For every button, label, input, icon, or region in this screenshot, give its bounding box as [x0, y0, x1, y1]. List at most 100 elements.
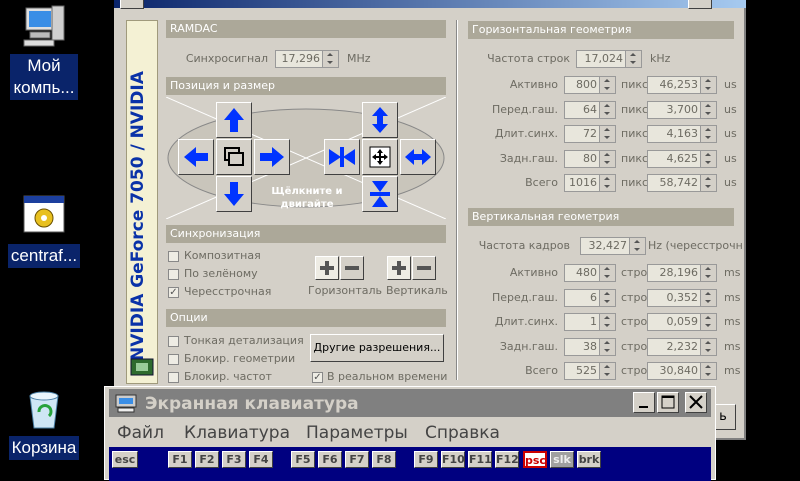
spinner-arrows-icon[interactable] — [700, 265, 716, 281]
move-right-button[interactable] — [254, 139, 290, 175]
hgeom-count-spinner[interactable]: 800 — [564, 76, 616, 94]
desktop-icon-my-computer[interactable]: Мой компь... — [4, 2, 84, 100]
move-left-button[interactable] — [178, 139, 214, 175]
spinner-arrows-icon[interactable] — [599, 363, 615, 379]
spinner-arrows-icon[interactable] — [599, 265, 615, 281]
key-brk[interactable]: brk — [577, 451, 601, 468]
key-f7[interactable]: F7 — [345, 451, 369, 468]
key-f10[interactable]: F10 — [441, 451, 465, 468]
spinner-arrows-icon[interactable] — [700, 77, 716, 93]
vgeom-count-spinner[interactable]: 525 — [564, 362, 616, 380]
spinner-arrows-icon[interactable] — [599, 101, 615, 118]
shrink-horizontal-button[interactable] — [324, 139, 360, 175]
key-f12[interactable]: F12 — [495, 451, 519, 468]
other-resolutions-button[interactable]: Другие разрешения... — [310, 334, 444, 362]
hgeom-time-spinner[interactable]: 4,163 — [647, 125, 717, 143]
spinner-arrows-icon[interactable] — [700, 150, 716, 167]
frame-rate-spinner[interactable]: 32,427 — [580, 237, 646, 255]
key-f3[interactable]: F3 — [222, 451, 246, 468]
spinner-arrows-icon[interactable] — [700, 175, 716, 191]
menu-help[interactable]: Справка — [425, 423, 500, 443]
hgeom-time-spinner[interactable]: 46,253 — [647, 76, 717, 94]
fine-detail-checkbox[interactable] — [168, 336, 179, 347]
spinner-arrows-icon[interactable] — [322, 51, 338, 67]
vgeom-time-spinner[interactable]: 0,059 — [647, 313, 717, 331]
lock-geometry-checkbox[interactable] — [168, 354, 179, 365]
vgeom-time-spinner[interactable]: 0,352 — [647, 288, 717, 307]
spinner-arrows-icon[interactable] — [700, 314, 716, 330]
spinner-arrows-icon[interactable] — [599, 314, 615, 330]
dialog-system-button[interactable] — [120, 0, 144, 9]
spinner-arrows-icon[interactable] — [625, 51, 641, 67]
maximize-button[interactable] — [657, 392, 679, 413]
spinner-arrows-icon[interactable] — [599, 126, 615, 142]
key-esc[interactable]: esc — [112, 451, 138, 468]
key-f4[interactable]: F4 — [249, 451, 273, 468]
key-f6[interactable]: F6 — [318, 451, 342, 468]
vgeom-count-spinner[interactable]: 480 — [564, 264, 616, 282]
shrink-vertical-button[interactable] — [362, 176, 398, 212]
frame-rate-label: Частота кадров — [478, 239, 570, 252]
key-f8[interactable]: F8 — [372, 451, 396, 468]
vgeom-count-spinner[interactable]: 1 — [564, 313, 616, 331]
menu-file[interactable]: Файл — [117, 423, 164, 443]
menu-keyboard[interactable]: Клавиатура — [184, 423, 290, 443]
stretch-horizontal-button[interactable] — [400, 139, 436, 175]
line-frequency-spinner[interactable]: 17,024 — [576, 50, 642, 68]
key-f1[interactable]: F1 — [168, 451, 192, 468]
key-f9[interactable]: F9 — [414, 451, 438, 468]
vsync-negative-button[interactable] — [412, 256, 436, 280]
position-pad[interactable]: Щёлкните и двигайте — [166, 97, 446, 219]
hgeom-count-spinner[interactable]: 1016 — [564, 174, 616, 192]
dialog-close-button[interactable] — [688, 0, 712, 9]
vgeom-time-spinner[interactable]: 28,196 — [647, 264, 717, 282]
spinner-arrows-icon[interactable] — [599, 289, 615, 306]
sync-signal-value: 17,296 — [281, 52, 321, 65]
realtime-checkbox[interactable]: ✓ — [312, 372, 323, 383]
spinner-arrows-icon[interactable] — [629, 238, 645, 254]
close-button[interactable] — [685, 392, 707, 413]
key-f11[interactable]: F11 — [468, 451, 492, 468]
spinner-arrows-icon[interactable] — [599, 77, 615, 93]
hgeom-count-spinner[interactable]: 80 — [564, 149, 616, 168]
minimize-button[interactable] — [633, 392, 655, 413]
desktop-icon-centraf[interactable]: centraf... — [4, 192, 84, 268]
spinner-arrows-icon[interactable] — [700, 101, 716, 118]
vgeom-time-spinner[interactable]: 30,840 — [647, 362, 717, 380]
hsync-negative-button[interactable] — [340, 256, 364, 280]
key-f5[interactable]: F5 — [291, 451, 315, 468]
vgeom-count-spinner[interactable]: 38 — [564, 337, 616, 356]
move-up-button[interactable] — [216, 102, 252, 138]
spinner-arrows-icon[interactable] — [599, 175, 615, 191]
spinner-arrows-icon[interactable] — [599, 338, 615, 355]
move-mode-button[interactable] — [362, 139, 398, 175]
hgeom-time-spinner[interactable]: 3,700 — [647, 100, 717, 119]
move-down-button[interactable] — [216, 176, 252, 212]
stretch-vertical-button[interactable] — [362, 102, 398, 138]
key-psc[interactable]: psc — [523, 451, 547, 468]
interlaced-checkbox[interactable]: ✓ — [168, 287, 179, 298]
spinner-arrows-icon[interactable] — [700, 363, 716, 379]
menu-settings[interactable]: Параметры — [306, 423, 408, 443]
composite-checkbox[interactable] — [168, 251, 179, 262]
desktop-icon-recycle-bin[interactable]: Корзина — [4, 384, 84, 460]
sync-signal-spinner[interactable]: 17,296 — [275, 50, 339, 68]
center-position-button[interactable] — [216, 139, 252, 175]
spinner-arrows-icon[interactable] — [700, 126, 716, 142]
vgeom-time-spinner[interactable]: 2,232 — [647, 337, 717, 356]
hgeom-count-spinner[interactable]: 72 — [564, 125, 616, 143]
key-f2[interactable]: F2 — [195, 451, 219, 468]
hsync-positive-button[interactable] — [315, 256, 339, 280]
hgeom-count-spinner[interactable]: 64 — [564, 100, 616, 119]
sync-on-green-checkbox[interactable] — [168, 269, 179, 280]
vsync-positive-button[interactable] — [387, 256, 411, 280]
spinner-arrows-icon[interactable] — [599, 150, 615, 167]
lock-frequency-checkbox[interactable] — [168, 372, 179, 383]
vgeom-count-spinner[interactable]: 6 — [564, 288, 616, 307]
spinner-arrows-icon[interactable] — [700, 338, 716, 355]
spinner-arrows-icon[interactable] — [700, 289, 716, 306]
hgeom-count-value: 80 — [583, 151, 597, 165]
hgeom-time-spinner[interactable]: 4,625 — [647, 149, 717, 168]
key-slk[interactable]: slk — [550, 451, 574, 468]
hgeom-time-spinner[interactable]: 58,742 — [647, 174, 717, 192]
